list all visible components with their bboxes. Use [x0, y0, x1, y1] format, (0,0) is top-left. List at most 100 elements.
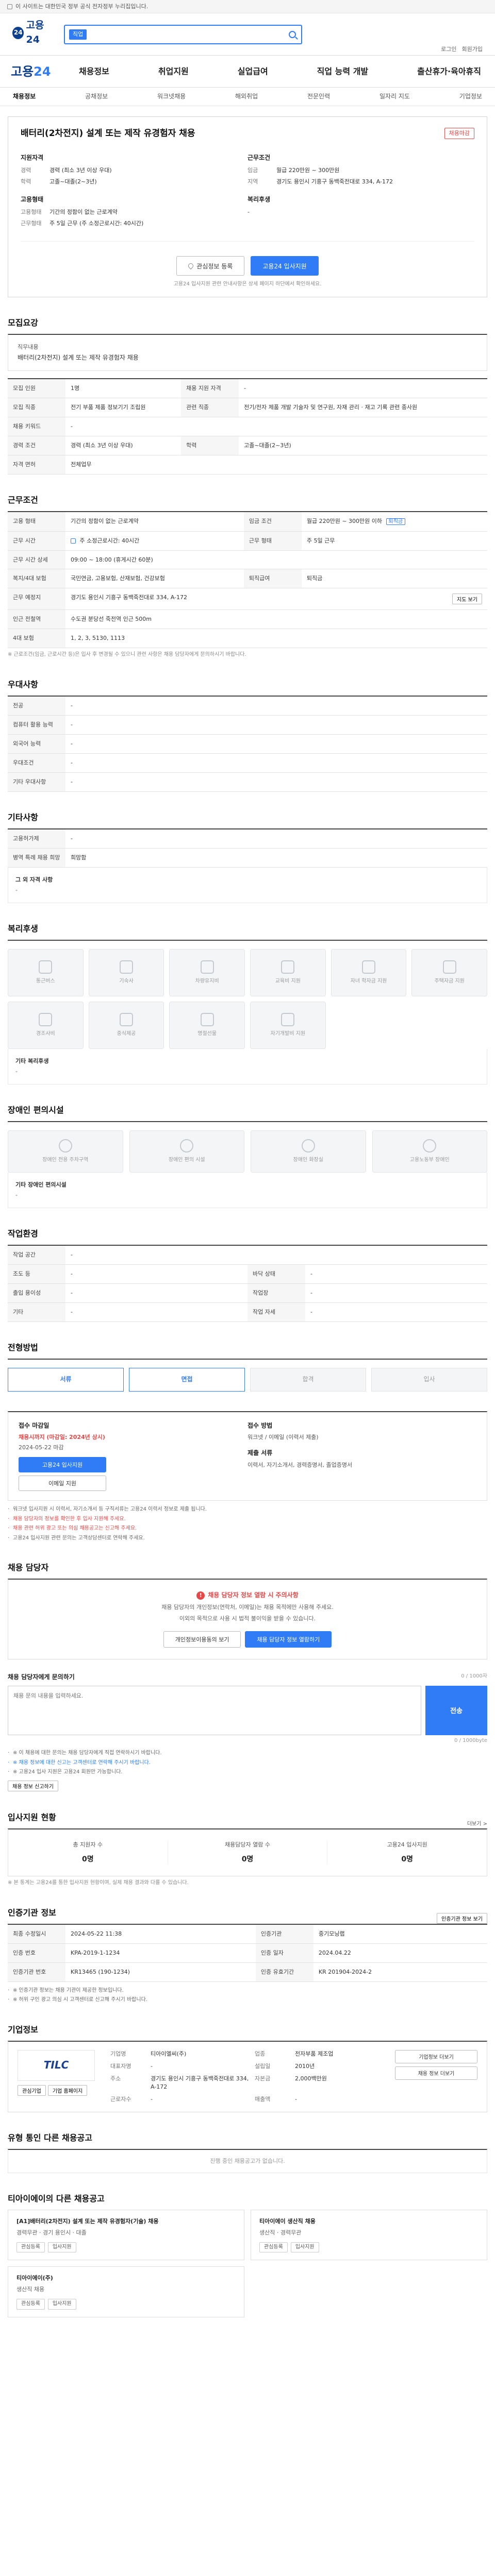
list-item: ※ 고용24 입사 지원은 고용24 회원만 가능합니다.	[8, 1769, 487, 1776]
map-button[interactable]: 지도 보기	[452, 594, 482, 605]
disabled-other-value: -	[15, 1191, 18, 1198]
table-row: 조도 등 - 바닥 상태 -	[8, 1264, 487, 1284]
job-card-apply[interactable]: 입사지원	[290, 2242, 319, 2253]
subtab-experts[interactable]: 전문인력	[302, 92, 335, 101]
inquiry-notes: ※ 이 채용에 대한 문의는 채용 담당자에게 직접 연락하시기 바랍니다. ※…	[8, 1750, 487, 1776]
stats-more-link[interactable]: 더보기 >	[467, 1821, 487, 1828]
inquiry-send-button[interactable]: 전송	[425, 1685, 487, 1735]
job-card-interest[interactable]: 관심등록	[16, 2242, 45, 2253]
table-row: 자격 면허 전체업무	[8, 455, 487, 474]
emp-value: 주 5일 근무 (주 소정근로시간: 40시간)	[50, 220, 144, 227]
nav-item-unemployment[interactable]: 실업급여	[232, 65, 274, 77]
nav-brand-b: 24	[34, 64, 51, 79]
nav-item-support[interactable]: 취업지원	[152, 65, 195, 77]
table-row: 고용 형태 기간의 정함이 없는 근로계약 임금 조건 월급 220만원 ~ 3…	[8, 512, 487, 532]
process-step: 입사	[371, 1367, 487, 1392]
process-step: 합격	[250, 1367, 366, 1392]
job-card-meta: 생산직 채용	[16, 2286, 45, 2293]
nav-brand[interactable]: 고용24	[8, 63, 73, 81]
education-icon	[281, 960, 295, 974]
table-row: 출입 용이성 - 작업장 -	[8, 1283, 487, 1303]
company-more-button[interactable]: 기업정보 더보기	[395, 2049, 477, 2063]
job-card[interactable]: 티아이에이 생산직 채용 생산직 · 경력무관 관심등록 입사지원	[251, 2209, 487, 2261]
table-cell: KPA-2019-1-1234	[65, 1943, 256, 1963]
view-contact-button[interactable]: 채용 담당자 정보 열람하기	[245, 1631, 332, 1648]
search-category-badge[interactable]: 직업	[69, 29, 87, 40]
benefit-value: -	[248, 209, 250, 216]
table-cell: -	[65, 715, 487, 735]
login-link[interactable]: 로그인	[441, 45, 456, 54]
disabled-section: 장애인 편의시설 장애인 전용 주차구역 장애인 편의 시설 장애인 화장실 고…	[8, 1104, 487, 1208]
report-button[interactable]: 채용 정보 신고하기	[8, 1780, 58, 1791]
toilet-icon	[301, 1139, 315, 1153]
search-input[interactable]	[87, 27, 284, 42]
interest-button[interactable]: 관심정보 등록	[176, 256, 245, 276]
subtab-public[interactable]: 공채정보	[80, 92, 113, 101]
work-cond-title: 근무조건	[248, 154, 271, 161]
table-cell: 2024-05-22 11:38	[65, 1924, 256, 1944]
signup-link[interactable]: 회원가입	[462, 45, 483, 54]
job-card[interactable]: 티아이에이(주) 생산직 채용 관심등록 입사지원	[8, 2266, 244, 2317]
table-cell: 전기/전자 제품 개발 기술자 및 연구원, 자재 관리 · 재고 기록 관련 …	[239, 398, 487, 418]
duty-box: 직무내용 배터리(2차전지) 설계 또는 제작 유경험자 채용	[8, 333, 487, 371]
method-title: 접수 방법	[248, 1421, 273, 1429]
search-button[interactable]	[284, 26, 301, 43]
table-head: 근무 형태	[243, 531, 302, 551]
bus-icon	[39, 960, 53, 974]
emp-key: 고용형태	[21, 209, 42, 216]
flag-icon	[7, 4, 12, 9]
welfare-title: 복리후생	[8, 923, 38, 934]
company-jobs-button[interactable]: 채용 정보 더보기	[395, 2066, 477, 2080]
stat-label: 채용담당자 열람 수	[225, 1841, 270, 1848]
subtab-jobs[interactable]: 채용정보	[8, 92, 41, 101]
nav-item-leave[interactable]: 출산휴가·육아휴직	[411, 65, 487, 77]
welfare-card: 자기개발비 지원	[250, 1001, 326, 1049]
job-card-interest[interactable]: 관심등록	[16, 2299, 45, 2310]
subtab-overseas[interactable]: 해외취업	[230, 92, 263, 101]
welfare-label: 명절선물	[197, 1030, 217, 1037]
stat-label: 고용24 입사지원	[387, 1841, 427, 1848]
severance-tag: 퇴직금	[386, 518, 406, 526]
job-card-meta: 생산직 · 경력무관	[259, 2229, 302, 2236]
subtab-worknet[interactable]: 워크넷채용	[152, 92, 191, 101]
table-cell: 09:00 ~ 18:00 (휴게시간 60분)	[65, 550, 487, 570]
disabled-label: 고용노동부 장애인	[409, 1157, 450, 1163]
email-apply-button[interactable]: 이메일 지원	[19, 1476, 106, 1492]
info-button[interactable]: 인증기관 정보 보기	[437, 1912, 487, 1924]
apply-section: 접수 마감일 채용시까지 (마감일: 2024년 상시) 2024-05-22 …	[8, 1411, 487, 1542]
privacy-button[interactable]: 개인정보이용동의 보기	[163, 1631, 241, 1648]
job-card-apply[interactable]: 입사지원	[47, 2242, 76, 2253]
stats-note: ※ 본 통계는 고용24를 통한 입사지원 현황이며, 실제 채용 결과와 다를…	[8, 1880, 189, 1886]
table-head: 고용허가제	[8, 828, 65, 849]
contact-p1: 채용 담당자의 개인정보(연락처, 이메일)는 채용 목적에만 사용해 주세요.	[161, 1603, 334, 1611]
company-interest-button[interactable]: 관심기업	[18, 2084, 46, 2096]
apply-button[interactable]: 고용24 입사지원	[251, 256, 319, 276]
subtab-map[interactable]: 일자리 지도	[374, 92, 415, 101]
site-logo[interactable]: 24 고용24	[12, 20, 56, 45]
table-cell: 수도권 분당선 죽전역 인근 500m	[65, 609, 487, 630]
job-card[interactable]: [A1]배터리(2차전지) 설계 또는 제작 유경험자(기술) 채용 경력무관 …	[8, 2209, 244, 2261]
present-icon	[200, 1012, 214, 1026]
extra-title: 기타사항	[8, 812, 38, 822]
work-key: 임금	[248, 167, 258, 174]
welfare-card: 중식제공	[88, 1001, 164, 1049]
table-row: 컴퓨터 활용 능력 -	[8, 715, 487, 735]
company-info: 기업명 티아이엘씨(주) 업종 전자부품 제조업 대표자명 - 설립일 2010…	[95, 2050, 395, 2104]
nav-item-jobs[interactable]: 채용정보	[73, 65, 116, 77]
company-value: 2,000백만원	[295, 2075, 327, 2082]
process-step: 서류	[8, 1367, 124, 1392]
nav-item-training[interactable]: 직업 능력 개발	[311, 65, 374, 77]
job-card-apply[interactable]: 입사지원	[47, 2299, 76, 2310]
site-header: 24 고용24 직업 로그인 회원가입	[0, 13, 495, 56]
table-cell: -	[65, 1283, 248, 1303]
apply-button-bottom[interactable]: 고용24 입사지원	[19, 1457, 106, 1473]
logo-text: 고용24	[26, 20, 44, 45]
inquiry-textarea[interactable]	[8, 1685, 421, 1735]
list-item: 채용 관련 허위 광고 또는 의심 채용공고는 신고해 주세요.	[8, 1525, 487, 1533]
table-cell: 경기도 용인시 기흥구 동백죽전대로 334, A-172 지도 보기	[65, 588, 487, 611]
table-cell: 주 소정근로시간: 40시간	[65, 531, 244, 551]
job-card-interest[interactable]: 관심등록	[259, 2242, 288, 2253]
company-homepage-button[interactable]: 기업 홈페이지	[47, 2084, 88, 2096]
table-row: 복지/4대 보험 국민연금, 고용보험, 산재보험, 건강보험 퇴직급여 퇴직금	[8, 569, 487, 589]
subtab-company[interactable]: 기업정보	[454, 92, 487, 101]
